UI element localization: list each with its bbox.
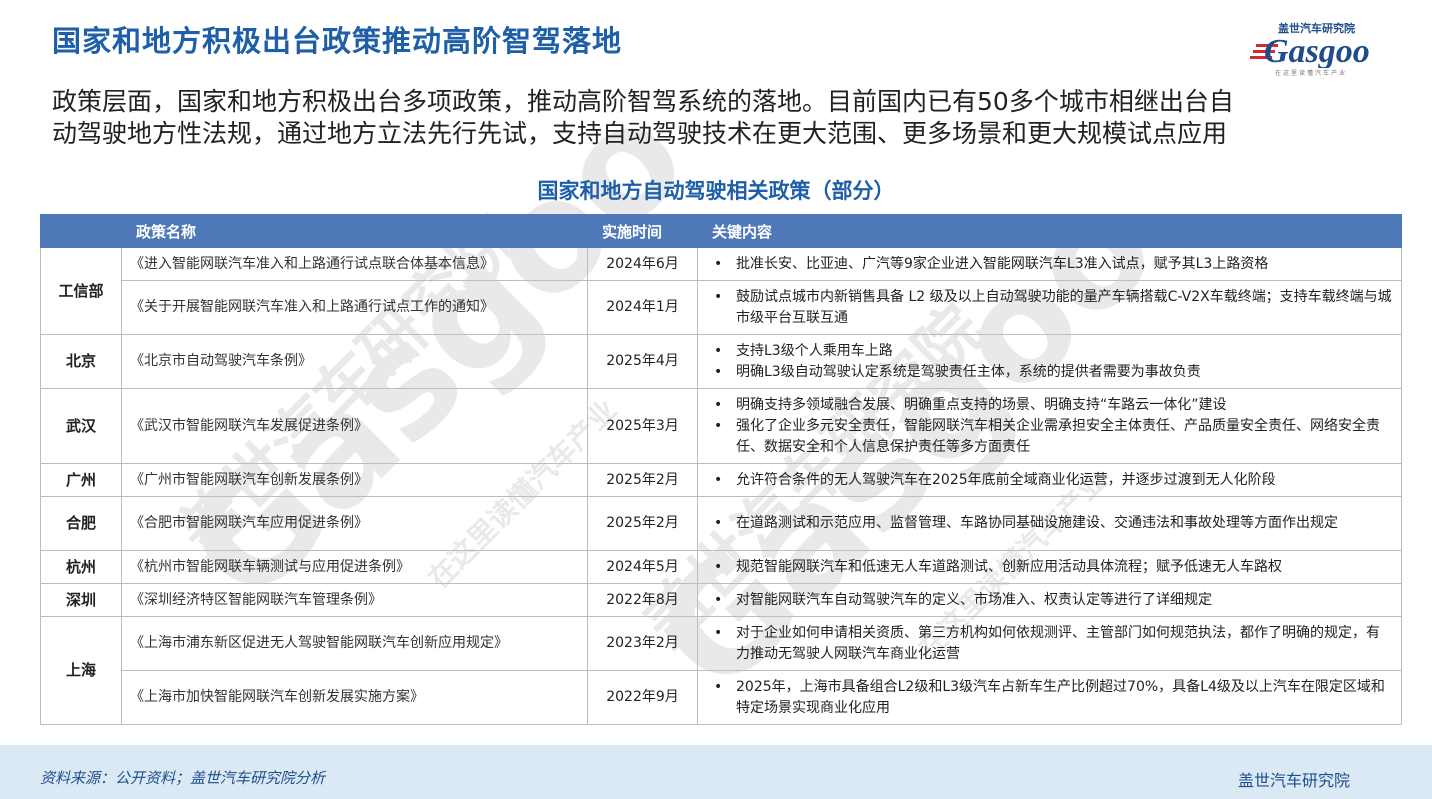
table-row: 工信部《进入智能网联汽车准入和上路通行试点联合体基本信息》2024年6月批准长安… (40, 247, 1402, 335)
key-point: 明确支持多领域融合发展、明确重点支持的场景、明确支持“车路云一体化”建设 (714, 395, 1393, 416)
key-content-list: 鼓励试点城市内新销售具备 L2 级及以上自动驾驶功能的量产车辆搭载C-V2X车载… (706, 287, 1393, 329)
table-row: 《上海市加快智能网联汽车创新发展实施方案》2022年9月 2025年，上海市具备组… (41, 670, 1402, 725)
key-content-list: 规范智能网联汽车和低速无人车道路测试、创新应用活动具体流程；赋予低速无人车路权 (706, 557, 1393, 578)
key-point: 允许符合条件的无人驾驶汽车在2025年底前全域商业化运营，并逐步过渡到无人化阶段 (714, 470, 1393, 491)
date-cell: 2022年9月 (587, 670, 698, 725)
page-title: 国家和地方积极出台政策推动高阶智驾落地 (52, 24, 623, 58)
table-row: 《关于开展智能网联汽车准入和上路通行试点工作的通知》2024年1月鼓励试点城市内… (41, 280, 1402, 335)
policy-table: 政策名称 实施时间 关键内容 工信部 《进入智能网联汽车准入和上路通行试点联合体基… (40, 214, 1402, 725)
logo-slogan: 在这里读懂汽车产业 (1275, 70, 1348, 77)
table-row: 北京《北京市自动驾驶汽车条例》2025年4月支持L3级个人乘用车上路明确L3级自… (40, 334, 1402, 389)
table-row: 杭州《杭州市智能网联车辆测试与应用促进条例》2024年5月规范智能网联汽车和低速… (40, 550, 1402, 584)
policy-name-cell: 《进入智能网联汽车准入和上路通行试点联合体基本信息》 (121, 247, 588, 281)
policy-name-cell: 《上海市浦东新区促进无人驾驶智能网联汽车创新应用规定》 (121, 616, 588, 671)
region-cell: 广州 (40, 463, 122, 497)
key-point: 在道路测试和示范应用、监督管理、车路协同基础设施建设、交通违法和事故处理等方面作… (714, 513, 1393, 534)
policy-name-cell: 《上海市加快智能网联汽车创新发展实施方案》 (121, 670, 588, 725)
intro-line-1: 政策层面，国家和地方积极出台多项政策，推动高阶智驾系统的落地。目前国内已有50多… (52, 87, 1234, 116)
key-content-cell: 支持L3级个人乘用车上路明确L3级自动驾驶认定系统是驾驶责任主体，系统的提供者需… (697, 334, 1402, 389)
key-point: 支持L3级个人乘用车上路 (714, 341, 1393, 362)
logo-wordmark: Gasgoo (1250, 33, 1370, 68)
policy-name-cell: 《合肥市智能网联汽车应用促进条例》 (121, 496, 588, 551)
source-note: 资料来源：公开资料；盖世汽车研究院分析 (40, 769, 326, 787)
intro-line-2: 动驾驶地方性法规，通过地方立法先行先试，支持自动驾驶技术在更大范围、更多场景和更… (52, 119, 1228, 148)
table-row: 武汉《武汉市智能网联汽车发展促进条例》2025年3月明确支持多领域融合发展、明确… (40, 388, 1402, 464)
header-region (40, 214, 122, 248)
header-policy-name: 政策名称 (121, 214, 588, 248)
policy-name-cell: 《广州市智能网联汽车创新发展条例》 (121, 463, 588, 497)
table-row: 深圳《深圳经济特区智能网联汽车管理条例》2022年8月对智能网联汽车自动驾驶汽车… (40, 583, 1402, 617)
table-row: 广州《广州市智能网联汽车创新发展条例》2025年2月允许符合条件的无人驾驶汽车在… (40, 463, 1402, 497)
key-point: 2025年，上海市具备组合L2级和L3级汽车占新车生产比例超过70%，具备L4级… (714, 677, 1393, 719)
key-content-list: 对于企业如何申请相关资质、第三方机构如何依规测评、主管部门如何规范执法，都作了明… (706, 623, 1393, 665)
logo-word-text: Gasgoo (1264, 33, 1370, 68)
policy-name-cell: 《关于开展智能网联汽车准入和上路通行试点工作的通知》 (121, 280, 588, 335)
policy-name-cell: 《杭州市智能网联车辆测试与应用促进条例》 (121, 550, 588, 584)
region-cell: 武汉 (40, 388, 122, 464)
key-content-cell: 鼓励试点城市内新销售具备 L2 级及以上自动驾驶功能的量产车辆搭载C-V2X车载… (697, 280, 1402, 335)
key-content-list: 在道路测试和示范应用、监督管理、车路协同基础设施建设、交通违法和事故处理等方面作… (706, 513, 1393, 534)
header-key-content: 关键内容 (697, 214, 1402, 248)
key-point: 规范智能网联汽车和低速无人车道路测试、创新应用活动具体流程；赋予低速无人车路权 (714, 557, 1393, 578)
key-content-list: 对智能网联汽车自动驾驶汽车的定义、市场准入、权责认定等进行了详细规定 (706, 590, 1393, 611)
table-row: 合肥《合肥市智能网联汽车应用促进条例》2025年2月在道路测试和示范应用、监督管… (40, 496, 1402, 551)
region-cell: 杭州 (40, 550, 122, 584)
policy-table-body: 工信部《进入智能网联汽车准入和上路通行试点联合体基本信息》2024年6月批准长安… (40, 247, 1402, 725)
key-point: 鼓励试点城市内新销售具备 L2 级及以上自动驾驶功能的量产车辆搭载C-V2X车载… (714, 287, 1393, 329)
date-cell: 2025年3月 (587, 388, 698, 464)
header-date: 实施时间 (587, 214, 698, 248)
region-cell: 工信部 (40, 247, 122, 335)
policy-name-cell: 《北京市自动驾驶汽车条例》 (121, 334, 588, 389)
date-cell: 2024年5月 (587, 550, 698, 584)
date-cell: 2025年2月 (587, 496, 698, 551)
key-content-cell: 批准长安、比亚迪、广汽等9家企业进入智能网联汽车L3准入试点，赋予其L3上路资格 (697, 247, 1402, 281)
key-content-cell: 允许符合条件的无人驾驶汽车在2025年底前全域商业化运营，并逐步过渡到无人化阶段 (697, 463, 1402, 497)
table-row: 上海《上海市浦东新区促进无人驾驶智能网联汽车创新应用规定》2023年2月对于企业… (40, 616, 1402, 725)
key-content-cell: 在道路测试和示范应用、监督管理、车路协同基础设施建设、交通违法和事故处理等方面作… (697, 496, 1402, 551)
key-content-list: 允许符合条件的无人驾驶汽车在2025年底前全域商业化运营，并逐步过渡到无人化阶段 (706, 470, 1393, 491)
key-content-list: 2025年，上海市具备组合L2级和L3级汽车占新车生产比例超过70%，具备L4级… (706, 677, 1393, 719)
region-cell: 北京 (40, 334, 122, 389)
date-cell: 2023年2月 (587, 616, 698, 671)
key-content-cell: 明确支持多领域融合发展、明确重点支持的场景、明确支持“车路云一体化”建设强化了企… (697, 388, 1402, 464)
policy-name-cell: 《深圳经济特区智能网联汽车管理条例》 (121, 583, 588, 617)
key-content-cell: 对智能网联汽车自动驾驶汽车的定义、市场准入、权责认定等进行了详细规定 (697, 583, 1402, 617)
region-cell: 合肥 (40, 496, 122, 551)
date-cell: 2024年6月 (587, 247, 698, 281)
key-content-cell: 2025年，上海市具备组合L2级和L3级汽车占新车生产比例超过70%，具备L4级… (697, 670, 1402, 725)
policy-name-cell: 《武汉市智能网联汽车发展促进条例》 (121, 388, 588, 464)
key-content-cell: 规范智能网联汽车和低速无人车道路测试、创新应用活动具体流程；赋予低速无人车路权 (697, 550, 1402, 584)
region-cell: 上海 (40, 616, 122, 725)
key-content-list: 批准长安、比亚迪、广汽等9家企业进入智能网联汽车L3准入试点，赋予其L3上路资格 (706, 254, 1393, 275)
key-point: 明确L3级自动驾驶认定系统是驾驶责任主体，系统的提供者需要为事故负责 (714, 362, 1393, 383)
key-content-list: 明确支持多领域融合发展、明确重点支持的场景、明确支持“车路云一体化”建设强化了企… (706, 395, 1393, 458)
footer-brand: 盖世汽车研究院 (1237, 771, 1350, 790)
date-cell: 2022年8月 (587, 583, 698, 617)
date-cell: 2024年1月 (587, 280, 698, 335)
footer-bar: 资料来源：公开资料；盖世汽车研究院分析 盖世汽车研究院 (0, 745, 1432, 799)
key-point: 对于企业如何申请相关资质、第三方机构如何依规测评、主管部门如何规范执法，都作了明… (714, 623, 1393, 665)
key-point: 批准长安、比亚迪、广汽等9家企业进入智能网联汽车L3准入试点，赋予其L3上路资格 (714, 254, 1393, 275)
policy-table-header: 政策名称 实施时间 关键内容 (40, 214, 1402, 248)
key-content-list: 支持L3级个人乘用车上路明确L3级自动驾驶认定系统是驾驶责任主体，系统的提供者需… (706, 341, 1393, 383)
gasgoo-logo: 盖世汽车研究院 Gasgoo 在这里读懂汽车产业 (1250, 18, 1400, 80)
table-caption: 国家和地方自动驾驶相关政策（部分） (537, 179, 895, 203)
key-point: 对智能网联汽车自动驾驶汽车的定义、市场准入、权责认定等进行了详细规定 (714, 590, 1393, 611)
key-content-cell: 对于企业如何申请相关资质、第三方机构如何依规测评、主管部门如何规范执法，都作了明… (697, 616, 1402, 671)
region-cell: 深圳 (40, 583, 122, 617)
date-cell: 2025年2月 (587, 463, 698, 497)
intro-paragraph: 政策层面，国家和地方积极出台多项政策，推动高阶智驾系统的落地。目前国内已有50多… (52, 86, 1392, 150)
key-point: 强化了企业多元安全责任，智能网联汽车相关企业需承担安全主体责任、产品质量安全责任… (714, 416, 1393, 458)
date-cell: 2025年4月 (587, 334, 698, 389)
